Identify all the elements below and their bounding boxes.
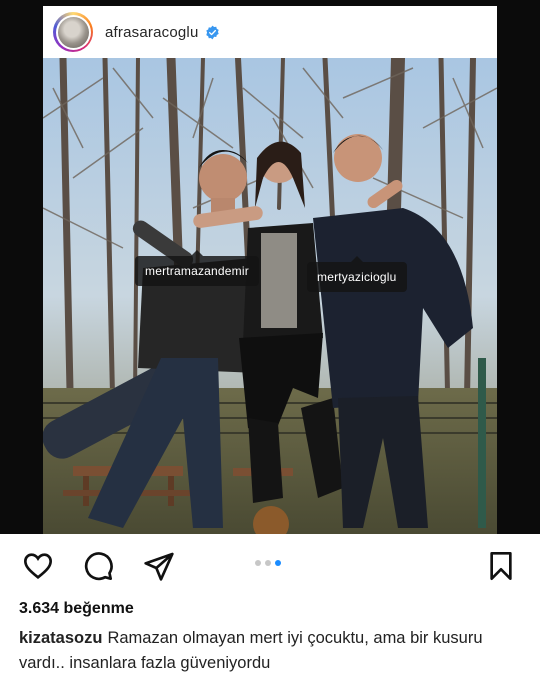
heart-icon[interactable]: [22, 550, 54, 582]
action-bar: [0, 534, 540, 596]
verified-badge-icon: [205, 25, 219, 39]
carousel-indicator: [255, 560, 281, 566]
carousel-dot: [255, 560, 261, 566]
avatar[interactable]: [53, 12, 93, 52]
carousel-dot-active: [275, 560, 281, 566]
like-count[interactable]: 3.634 beğenme: [19, 600, 134, 618]
post-photo[interactable]: mertramazandemir mertyazicioglu: [43, 58, 497, 534]
carousel-dot: [265, 560, 271, 566]
user-tag-label: mertramazandemir: [145, 264, 249, 278]
user-tag-label: mertyazicioglu: [317, 270, 397, 284]
left-dark-bar: [0, 0, 43, 534]
user-tag[interactable]: mertramazandemir: [135, 250, 259, 286]
avatar-image: [57, 16, 89, 48]
user-tag[interactable]: mertyazicioglu: [307, 256, 407, 292]
comment-bubble-icon[interactable]: [82, 550, 114, 582]
post-username[interactable]: afrasaracoglu: [105, 24, 199, 41]
post-header: afrasaracoglu: [43, 6, 497, 58]
bookmark-icon[interactable]: [485, 550, 517, 582]
caption-username[interactable]: kizatasozu: [19, 629, 102, 647]
post-caption: kizatasozu Ramazan olmayan mert iyi çocuk…: [19, 626, 519, 676]
right-dark-bar: [497, 0, 540, 534]
paper-plane-icon[interactable]: [143, 550, 175, 582]
forest-photo: [43, 58, 497, 534]
